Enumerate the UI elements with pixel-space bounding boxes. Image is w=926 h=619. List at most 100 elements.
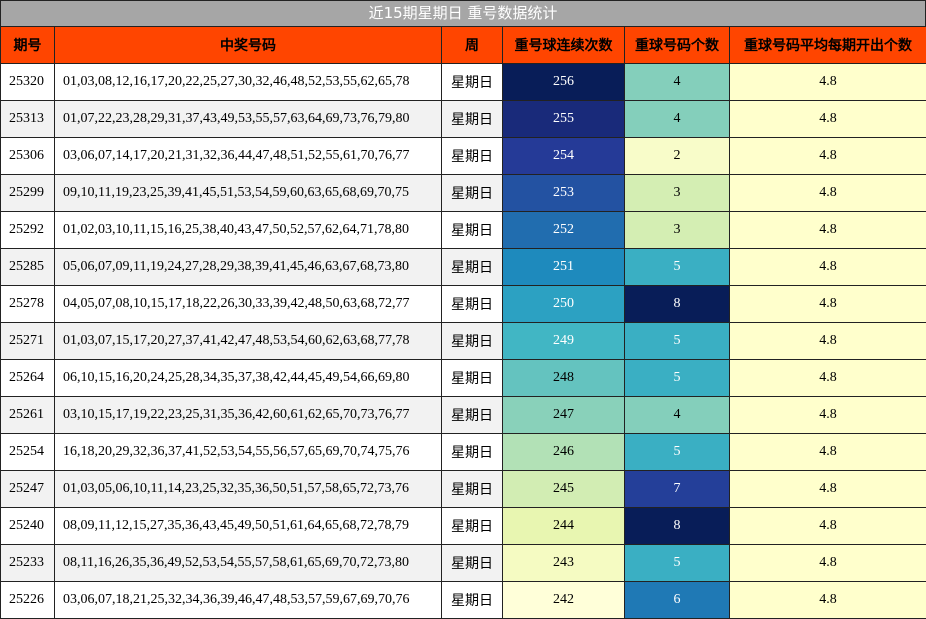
table-row: 25247 01,03,05,06,10,11,14,23,25,32,35,36… <box>0 470 926 508</box>
cell-repeat-count: 4 <box>624 100 730 138</box>
cell-week: 星期日 <box>441 211 503 249</box>
table-row: 25320 01,03,08,12,16,17,20,22,25,27,30,32… <box>0 63 926 101</box>
cell-repeat-count: 5 <box>624 322 730 360</box>
cell-issue: 25233 <box>0 544 55 582</box>
cell-numbers: 01,03,07,15,17,20,27,37,41,42,47,48,53,5… <box>54 322 442 360</box>
cell-issue: 25292 <box>0 211 55 249</box>
header-numbers: 中奖号码 <box>54 26 442 64</box>
chart-root: 近15期星期日 重号数据统计 期号 中奖号码 周 重号球连续次数 重球号码个数 … <box>0 0 926 619</box>
cell-week: 星期日 <box>441 581 503 619</box>
cell-week: 星期日 <box>441 248 503 286</box>
cell-issue: 25264 <box>0 359 55 397</box>
table-row: 25264 06,10,15,16,20,24,25,28,34,35,37,38… <box>0 359 926 397</box>
table-row: 25233 08,11,16,26,35,36,49,52,53,54,55,57… <box>0 544 926 582</box>
cell-streak: 247 <box>502 396 625 434</box>
cell-numbers: 08,09,11,12,15,27,35,36,43,45,49,50,51,6… <box>54 507 442 545</box>
cell-streak: 256 <box>502 63 625 101</box>
cell-avg: 4.8 <box>729 359 926 397</box>
cell-repeat-count: 5 <box>624 544 730 582</box>
stats-table: 期号 中奖号码 周 重号球连续次数 重球号码个数 重球号码平均每期开出个数 25… <box>0 26 926 619</box>
cell-numbers: 09,10,11,19,23,25,39,41,45,51,53,54,59,6… <box>54 174 442 212</box>
cell-week: 星期日 <box>441 359 503 397</box>
cell-repeat-count: 6 <box>624 581 730 619</box>
cell-repeat-count: 7 <box>624 470 730 508</box>
cell-streak: 252 <box>502 211 625 249</box>
cell-avg: 4.8 <box>729 433 926 471</box>
cell-numbers: 03,06,07,14,17,20,21,31,32,36,44,47,48,5… <box>54 137 442 175</box>
cell-repeat-count: 5 <box>624 433 730 471</box>
cell-streak: 250 <box>502 285 625 323</box>
cell-issue: 25285 <box>0 248 55 286</box>
cell-issue: 25320 <box>0 63 55 101</box>
cell-issue: 25240 <box>0 507 55 545</box>
cell-avg: 4.8 <box>729 470 926 508</box>
cell-issue: 25271 <box>0 322 55 360</box>
cell-avg: 4.8 <box>729 322 926 360</box>
chart-title: 近15期星期日 重号数据统计 <box>0 0 926 27</box>
cell-issue: 25299 <box>0 174 55 212</box>
cell-avg: 4.8 <box>729 174 926 212</box>
cell-repeat-count: 3 <box>624 211 730 249</box>
cell-numbers: 03,06,07,18,21,25,32,34,36,39,46,47,48,5… <box>54 581 442 619</box>
cell-avg: 4.8 <box>729 544 926 582</box>
cell-week: 星期日 <box>441 433 503 471</box>
cell-avg: 4.8 <box>729 507 926 545</box>
cell-streak: 242 <box>502 581 625 619</box>
cell-repeat-count: 3 <box>624 174 730 212</box>
cell-streak: 246 <box>502 433 625 471</box>
cell-week: 星期日 <box>441 285 503 323</box>
cell-numbers: 03,10,15,17,19,22,23,25,31,35,36,42,60,6… <box>54 396 442 434</box>
cell-repeat-count: 4 <box>624 396 730 434</box>
cell-week: 星期日 <box>441 507 503 545</box>
cell-repeat-count: 5 <box>624 248 730 286</box>
table-row: 25271 01,03,07,15,17,20,27,37,41,42,47,48… <box>0 322 926 360</box>
cell-numbers: 08,11,16,26,35,36,49,52,53,54,55,57,58,6… <box>54 544 442 582</box>
cell-week: 星期日 <box>441 544 503 582</box>
cell-streak: 253 <box>502 174 625 212</box>
header-avg: 重球号码平均每期开出个数 <box>729 26 926 64</box>
cell-avg: 4.8 <box>729 396 926 434</box>
cell-issue: 25278 <box>0 285 55 323</box>
cell-issue: 25313 <box>0 100 55 138</box>
table-row: 25278 04,05,07,08,10,15,17,18,22,26,30,33… <box>0 285 926 323</box>
cell-issue: 25247 <box>0 470 55 508</box>
cell-repeat-count: 5 <box>624 359 730 397</box>
cell-streak: 254 <box>502 137 625 175</box>
cell-streak: 244 <box>502 507 625 545</box>
cell-avg: 4.8 <box>729 100 926 138</box>
cell-repeat-count: 2 <box>624 137 730 175</box>
table-row: 25254 16,18,20,29,32,36,37,41,52,53,54,55… <box>0 433 926 471</box>
cell-streak: 248 <box>502 359 625 397</box>
cell-numbers: 16,18,20,29,32,36,37,41,52,53,54,55,56,5… <box>54 433 442 471</box>
cell-week: 星期日 <box>441 174 503 212</box>
cell-avg: 4.8 <box>729 285 926 323</box>
cell-issue: 25261 <box>0 396 55 434</box>
header-streak: 重号球连续次数 <box>502 26 625 64</box>
cell-numbers: 05,06,07,09,11,19,24,27,28,29,38,39,41,4… <box>54 248 442 286</box>
table-row: 25306 03,06,07,14,17,20,21,31,32,36,44,47… <box>0 137 926 175</box>
cell-streak: 243 <box>502 544 625 582</box>
cell-week: 星期日 <box>441 396 503 434</box>
table-row: 25299 09,10,11,19,23,25,39,41,45,51,53,54… <box>0 174 926 212</box>
cell-repeat-count: 4 <box>624 63 730 101</box>
cell-numbers: 01,03,05,06,10,11,14,23,25,32,35,36,50,5… <box>54 470 442 508</box>
cell-numbers: 01,02,03,10,11,15,16,25,38,40,43,47,50,5… <box>54 211 442 249</box>
header-issue: 期号 <box>0 26 55 64</box>
cell-issue: 25254 <box>0 433 55 471</box>
cell-numbers: 04,05,07,08,10,15,17,18,22,26,30,33,39,4… <box>54 285 442 323</box>
table-row: 25292 01,02,03,10,11,15,16,25,38,40,43,47… <box>0 211 926 249</box>
cell-repeat-count: 8 <box>624 507 730 545</box>
cell-streak: 249 <box>502 322 625 360</box>
cell-streak: 255 <box>502 100 625 138</box>
header-repeat-count: 重球号码个数 <box>624 26 730 64</box>
cell-avg: 4.8 <box>729 248 926 286</box>
cell-streak: 245 <box>502 470 625 508</box>
table-row: 25261 03,10,15,17,19,22,23,25,31,35,36,42… <box>0 396 926 434</box>
table-row: 25240 08,09,11,12,15,27,35,36,43,45,49,50… <box>0 507 926 545</box>
table-row: 25226 03,06,07,18,21,25,32,34,36,39,46,47… <box>0 581 926 619</box>
table-body: 25320 01,03,08,12,16,17,20,22,25,27,30,32… <box>0 63 926 619</box>
cell-streak: 251 <box>502 248 625 286</box>
cell-avg: 4.8 <box>729 581 926 619</box>
cell-week: 星期日 <box>441 63 503 101</box>
cell-avg: 4.8 <box>729 211 926 249</box>
